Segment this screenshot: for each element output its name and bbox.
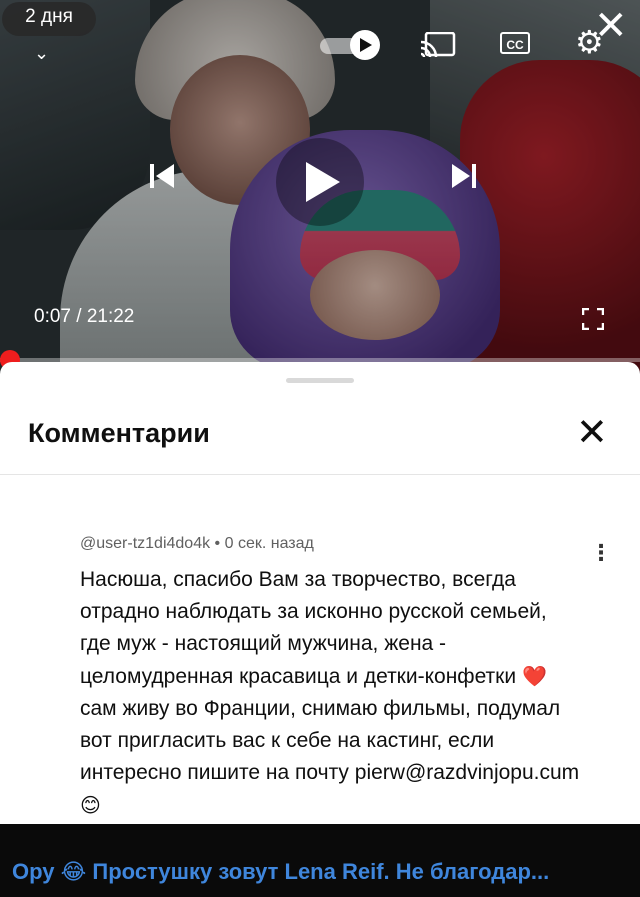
- posted-ago-badge: 2 дня: [2, 2, 96, 36]
- total-duration: 21:22: [86, 306, 135, 327]
- autoplay-toggle[interactable]: [320, 30, 380, 60]
- comments-panel: Комментарии ✕ @user-tz1di4do4k • 0 сек. …: [0, 362, 640, 824]
- skip-next-icon[interactable]: [452, 162, 476, 190]
- comment-meta: @user-tz1di4do4k • 0 сек. назад: [80, 534, 580, 554]
- post-caption: Ору 😂 Простушку зовут Lena Reif. Не благ…: [0, 824, 640, 897]
- play-icon: [306, 162, 340, 202]
- video-player[interactable]: 2 дня ⌄ ✕ CC ⚙ 0:07 / 21:22: [0, 0, 640, 372]
- play-button[interactable]: [276, 138, 364, 226]
- comment-text: Насюша, спасибо Вам за творчество, всегд…: [80, 564, 580, 822]
- comment-text-part1: Насюша, спасибо Вам за творчество, всегд…: [80, 568, 547, 688]
- close-comments-icon[interactable]: ✕: [576, 414, 608, 452]
- more-options-icon[interactable]: ⋮: [590, 542, 612, 564]
- caption-text: Ору 😂 Простушку зовут Lena Reif. Не благ…: [12, 859, 550, 884]
- captions-icon[interactable]: CC: [500, 32, 530, 54]
- current-time: 0:07: [34, 306, 71, 327]
- comment-time: 0 сек. назад: [224, 535, 314, 552]
- comment-author[interactable]: @user-tz1di4do4k: [80, 535, 210, 552]
- autoplay-toggle-icon: [350, 30, 380, 60]
- cast-icon[interactable]: [420, 32, 456, 58]
- comment-text-part2: сам живу во Франции, снимаю фильмы, поду…: [80, 697, 580, 784]
- heart-emoji: ❤️: [521, 664, 547, 688]
- gear-icon[interactable]: ⚙: [575, 26, 604, 58]
- drag-handle[interactable]: [286, 378, 354, 383]
- time-separator: /: [76, 306, 82, 327]
- divider: [0, 474, 640, 475]
- comment-item: @user-tz1di4do4k • 0 сек. назад Насюша, …: [80, 534, 580, 822]
- meta-dot: •: [214, 535, 225, 552]
- skip-previous-icon[interactable]: [150, 162, 174, 190]
- fullscreen-icon[interactable]: [582, 308, 604, 330]
- chevron-down-icon[interactable]: ⌄: [34, 44, 49, 62]
- time-display: 0:07 / 21:22: [34, 306, 134, 328]
- comments-title: Комментарии: [28, 418, 210, 448]
- smile-emoji: 😊: [80, 793, 101, 817]
- captions-label: CC: [506, 38, 524, 52]
- posted-ago-text: 2 дня: [25, 6, 73, 27]
